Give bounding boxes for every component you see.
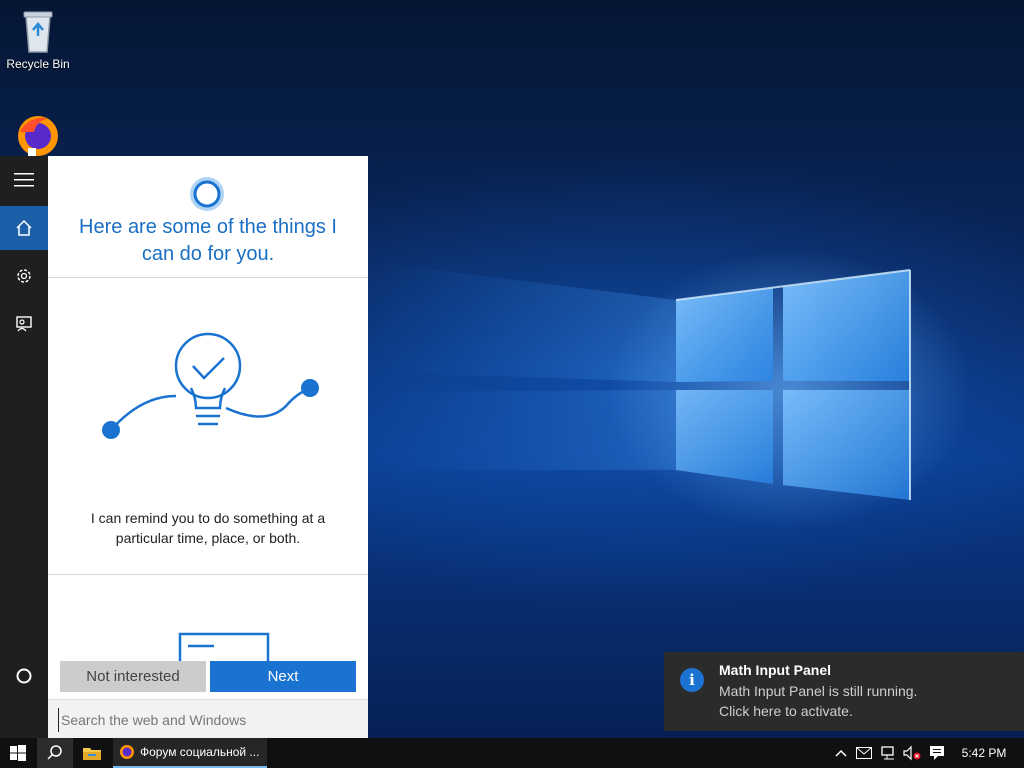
menu-button[interactable]: [0, 158, 48, 202]
desktop-icon-recycle-bin[interactable]: Recycle Bin: [0, 8, 76, 71]
cortana-headline: Here are some of the things I can do for…: [79, 216, 337, 265]
firefox-icon: [18, 116, 58, 156]
home-icon: [16, 219, 32, 236]
home-button[interactable]: [0, 206, 48, 250]
next-button[interactable]: Next: [210, 661, 356, 692]
volume-button[interactable]: [903, 744, 921, 762]
cortana-circle-icon: [16, 668, 32, 684]
recycle-bin-label: Recycle Bin: [6, 57, 70, 71]
lightbulb-reminder-illustration: [102, 332, 319, 439]
toast-title: Math Input Panel: [719, 662, 831, 678]
taskbar-window-label: Форум социальной ...: [140, 745, 260, 759]
taskbar: Форум социальной ... 5:42 PM: [0, 738, 1024, 768]
divider: [48, 574, 368, 575]
file-explorer-icon: [83, 748, 101, 760]
search-input[interactable]: [58, 708, 359, 732]
network-icon: [881, 746, 894, 760]
cortana-button[interactable]: [0, 654, 48, 698]
recycle-bin-icon: [23, 11, 53, 53]
not-interested-button[interactable]: Not interested: [60, 661, 206, 692]
toast-notification[interactable]: i Math Input Panel Math Input Panel is s…: [664, 652, 1024, 731]
start-menu-rail: [0, 156, 48, 738]
search-box[interactable]: [48, 699, 368, 738]
cortana-tip-text: I can remind you to do something at a pa…: [90, 510, 326, 546]
network-button[interactable]: [880, 744, 898, 762]
tray-message-button[interactable]: [855, 744, 873, 762]
firefox-icon: [120, 745, 134, 759]
hamburger-icon: [14, 173, 34, 187]
message-icon: [856, 747, 872, 759]
settings-button[interactable]: [0, 254, 48, 298]
toast-action-hint: Click here to activate.: [719, 703, 853, 719]
taskbar-search-button[interactable]: [37, 738, 73, 768]
card-illustration: [178, 632, 270, 662]
info-icon: i: [680, 668, 704, 692]
action-center-icon: [930, 746, 944, 760]
show-hidden-icons-button[interactable]: [832, 744, 850, 762]
taskbar-firefox-window[interactable]: Форум социальной ...: [113, 738, 267, 768]
cortana-ring-icon: [190, 177, 224, 211]
desktop-icon-firefox[interactable]: [0, 112, 76, 159]
windows-logo-icon: [10, 745, 26, 761]
file-explorer-button[interactable]: [74, 738, 110, 768]
feedback-icon: [16, 316, 32, 332]
toast-message: Math Input Panel is still running.: [719, 683, 918, 699]
gear-icon: [17, 269, 31, 283]
start-button[interactable]: [0, 738, 36, 768]
taskbar-clock[interactable]: 5:42 PM: [954, 738, 1014, 768]
volume-muted-icon: [903, 745, 921, 761]
feedback-button[interactable]: [0, 302, 48, 346]
divider: [48, 277, 368, 278]
chevron-up-icon: [835, 749, 847, 757]
search-icon: [47, 745, 62, 760]
action-center-button[interactable]: [928, 744, 946, 762]
cortana-panel: Here are some of the things I can do for…: [48, 156, 368, 738]
